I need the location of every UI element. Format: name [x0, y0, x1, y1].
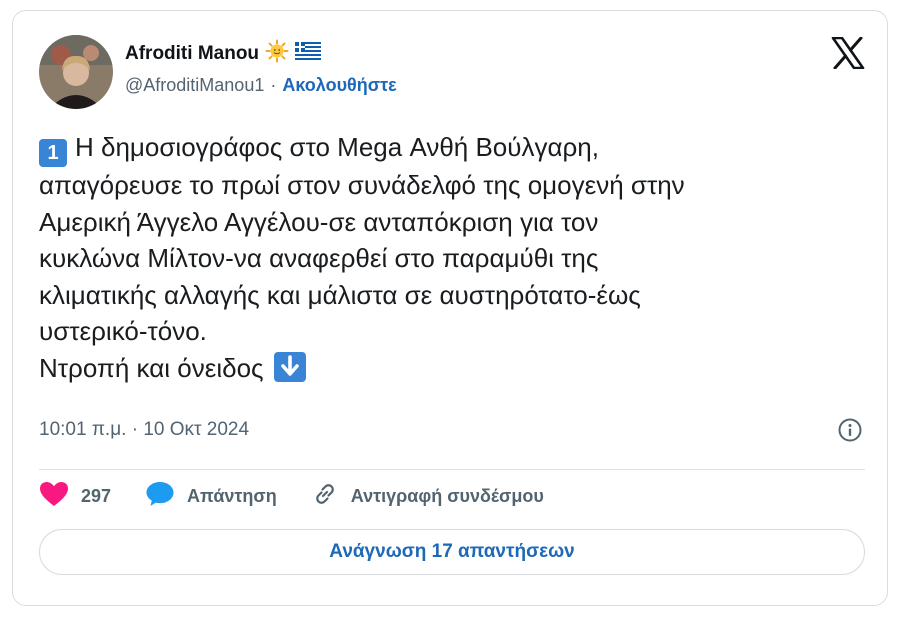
- reply-label: Απάντηση: [187, 485, 277, 506]
- likes-count: 297: [81, 485, 112, 506]
- info-icon[interactable]: [837, 417, 863, 443]
- heart-icon: [39, 481, 69, 512]
- author-display-name[interactable]: Afroditi Manou: [125, 43, 259, 65]
- tweet-text: Η δημοσιογράφος στο Mega Ανθή Βούλγαρη, …: [39, 132, 685, 383]
- copy-link-button[interactable]: Αντιγραφή συνδέσμου: [311, 480, 544, 513]
- author-name-row: Afroditi Manou: [125, 39, 322, 68]
- keycap-1-icon: 1: [39, 139, 67, 167]
- copy-link-label: Αντιγραφή συνδέσμου: [350, 485, 544, 506]
- like-button[interactable]: 297: [39, 481, 111, 512]
- author-handle[interactable]: @AfroditiManou1: [125, 75, 264, 96]
- read-replies-button[interactable]: Ανάγνωση 17 απαντήσεων: [39, 529, 865, 575]
- reply-button[interactable]: Απάντηση: [145, 480, 277, 513]
- separator-dot: ·: [270, 75, 277, 95]
- link-icon: [311, 480, 339, 513]
- author-handle-row: @AfroditiManou1 · Ακολουθήστε: [125, 75, 397, 96]
- tweet-card: Afroditi Manou @AfroditiManou1 · Ακολουθ…: [12, 10, 888, 606]
- speech-bubble-icon: [145, 480, 175, 513]
- greek-flag-icon: [295, 42, 322, 65]
- follow-link[interactable]: Ακολουθήστε: [282, 75, 396, 96]
- divider: [39, 469, 865, 470]
- tweet-timestamp[interactable]: 10:01 π.μ. · 10 Οκτ 2024: [39, 419, 249, 441]
- x-logo-icon[interactable]: [831, 36, 865, 70]
- sun-emoji-icon: [265, 39, 289, 68]
- avatar[interactable]: [39, 35, 113, 109]
- tweet-body: 1Η δημοσιογράφος στο Mega Ανθή Βούλγαρη,…: [39, 129, 869, 386]
- down-arrow-icon: [273, 351, 306, 382]
- action-bar: 297 Απάντηση Αντιγραφή συνδέσμου: [39, 481, 544, 511]
